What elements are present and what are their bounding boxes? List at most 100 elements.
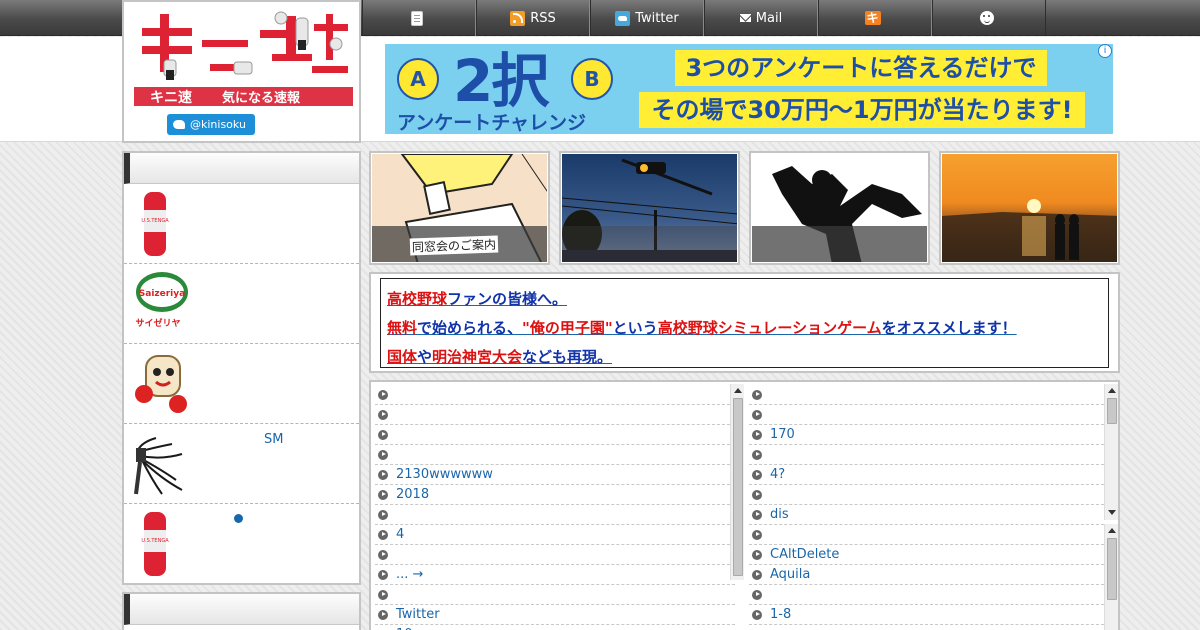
nav-item-mail[interactable]: Mail [704, 0, 818, 36]
list-item[interactable] [749, 445, 1109, 465]
left-list-scrollbar[interactable] [730, 384, 744, 580]
list-item[interactable] [375, 385, 735, 405]
scroll-down-arrow-icon[interactable] [1108, 510, 1116, 515]
bullet-arrow-icon [752, 389, 762, 400]
tenga-cup-image: U.S.TENGA [141, 192, 169, 256]
list-item-link[interactable]: 4 [396, 527, 404, 542]
promo-text: という [612, 319, 658, 337]
list-item[interactable]: dis [749, 505, 1109, 525]
list-item[interactable]: CAltDelete [749, 545, 1109, 565]
sidebar-header [124, 594, 359, 625]
list-item-link[interactable]: 4? [770, 467, 785, 482]
list-item[interactable] [375, 585, 735, 605]
logo-title-strip: キニ速 気になる速報 [134, 87, 353, 106]
list-item[interactable]: Aquila [749, 565, 1109, 585]
promo-line-1[interactable]: 高校野球ファンの皆様へ。 [387, 285, 1102, 314]
nav-item-twitter[interactable]: Twitter [590, 0, 704, 36]
list-item[interactable] [375, 545, 735, 565]
bullet-arrow-icon [752, 529, 762, 540]
promo-text: "俺の甲子園" [522, 319, 613, 337]
bullet-arrow-icon [752, 489, 762, 500]
bullet-arrow-icon [378, 589, 388, 600]
scroll-thumb[interactable] [733, 398, 743, 576]
ad-banner[interactable]: A 2択 B アンケートチャレンジ 3つのアンケートに答えるだけで その場で30… [385, 44, 1113, 134]
list-item[interactable] [749, 625, 1109, 630]
list-item-link[interactable]: CAltDelete [770, 547, 839, 562]
list-item[interactable]: 1-8 [749, 605, 1109, 625]
scroll-up-arrow-icon[interactable] [1108, 388, 1116, 393]
list-item-link[interactable]: 1-8 [770, 607, 791, 622]
list-item[interactable]: 4 [375, 525, 735, 545]
nav-item-kini[interactable]: キ [818, 0, 932, 36]
right-list-scrollbar-2[interactable] [1104, 524, 1118, 630]
sidebar-item[interactable]: SM [124, 424, 359, 504]
promo-text: 無料 [387, 319, 418, 337]
twitter-handle: @kinisoku [190, 118, 246, 131]
list-item-link[interactable]: 2018 [396, 487, 429, 502]
scroll-up-arrow-icon[interactable] [1108, 528, 1116, 533]
promo-message-box: 高校野球ファンの皆様へ。 無料で始められる、"俺の甲子園"という高校野球シミュレ… [369, 272, 1120, 373]
nav-item-rss[interactable]: RSS [476, 0, 590, 36]
ad-sub-text: アンケートチャレンジ [397, 112, 587, 134]
list-item[interactable]: 2130wwwwww [375, 465, 735, 485]
logo-sub-text: 気になる速報 [222, 91, 301, 106]
list-item-link[interactable]: Aquila [770, 567, 810, 582]
sidebar-item[interactable]: U.S.TENGA [124, 504, 359, 584]
list-item[interactable] [749, 385, 1109, 405]
promo-text: 明治神宮大会 [432, 348, 523, 366]
scroll-up-arrow-icon[interactable] [734, 388, 742, 393]
list-item[interactable]: ... → [375, 565, 735, 585]
list-item[interactable]: Twitter [375, 605, 735, 625]
list-item-link[interactable]: dis [770, 507, 789, 522]
list-item-link[interactable]: ... → [396, 567, 423, 582]
twitter-follow-button[interactable]: @kinisoku [167, 114, 255, 135]
bullet-arrow-icon [378, 509, 388, 520]
scroll-thumb[interactable] [1107, 398, 1117, 424]
list-item-link[interactable]: 2130wwwwww [396, 467, 493, 482]
list-item-link[interactable]: Twitter [396, 607, 440, 622]
bullet-arrow-icon [378, 609, 388, 620]
link-list-left: 2130wwwwww 2018 4 ... → Twitter 10 [375, 385, 735, 630]
bullet-arrow-icon [378, 449, 388, 460]
promo-line-2[interactable]: 無料で始められる、"俺の甲子園"という高校野球シミュレーションゲームをオススメし… [387, 314, 1102, 343]
list-item[interactable] [375, 425, 735, 445]
bullet-arrow-icon [752, 429, 762, 440]
sidebar-item[interactable] [124, 344, 359, 424]
list-item[interactable] [749, 585, 1109, 605]
list-item[interactable]: 170 [749, 425, 1109, 445]
list-item[interactable] [749, 405, 1109, 425]
list-item-link[interactable]: 170 [770, 427, 795, 442]
list-item[interactable]: 10 [375, 625, 735, 630]
promo-line-3[interactable]: 国体や明治神宮大会なども再現。 [387, 343, 1102, 372]
featured-article-4[interactable] [939, 151, 1120, 265]
status-dot [234, 514, 243, 523]
rss-icon [510, 10, 526, 26]
nav-menu: RSS Twitter Mail キ [362, 0, 1046, 36]
list-item[interactable] [375, 405, 735, 425]
list-item[interactable] [749, 525, 1109, 545]
bullet-arrow-icon [752, 549, 762, 560]
site-logo[interactable]: キニ速 気になる速報 @kinisoku [122, 0, 361, 143]
promo-text: 高校野球シミュレーションゲーム [657, 319, 882, 337]
sidebar-item-text: SM [264, 432, 284, 447]
scroll-thumb[interactable] [1107, 538, 1117, 600]
nav-item-face[interactable] [932, 0, 1046, 36]
list-item[interactable] [375, 445, 735, 465]
list-item[interactable]: 2018 [375, 485, 735, 505]
sidebar-item[interactable]: U.S.TENGA [124, 184, 359, 264]
ad-info-icon[interactable]: i [1098, 44, 1112, 58]
featured-article-3[interactable] [749, 151, 930, 265]
featured-caption: 同窓会のご案内 [409, 235, 499, 256]
nav-item-archive[interactable] [362, 0, 476, 36]
list-item[interactable] [749, 485, 1109, 505]
link-lists: 2130wwwwww 2018 4 ... → Twitter 10 170 4? dis C… [369, 380, 1120, 630]
list-item[interactable] [375, 505, 735, 525]
list-item[interactable]: 4? [749, 465, 1109, 485]
featured-article-2[interactable] [559, 151, 740, 265]
sidebar-item[interactable]: Saizeriya サイゼリヤ [124, 264, 359, 344]
nav-label: RSS [530, 10, 556, 26]
featured-article-1[interactable]: 同窓会のご案内 [369, 151, 550, 265]
saizeriya-logo-text: Saizeriya [139, 289, 185, 299]
tenga-cup-image: U.S.TENGA [141, 512, 169, 576]
right-list-scrollbar-1[interactable] [1104, 384, 1118, 520]
